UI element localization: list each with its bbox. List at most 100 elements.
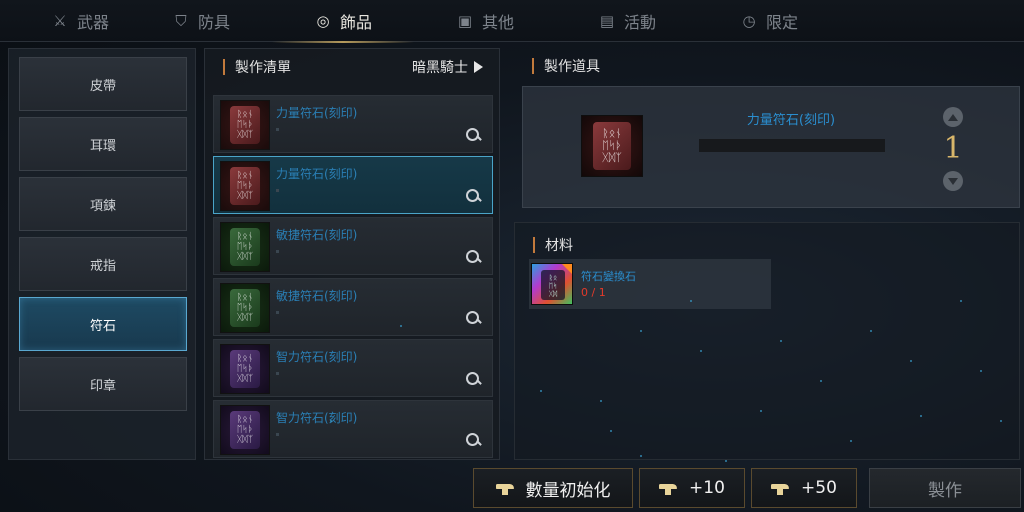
tab-crossed-swords[interactable]: ⚔ 武器 [30, 0, 130, 42]
anvil-icon [771, 481, 790, 495]
category-button[interactable]: 符石 [19, 297, 187, 351]
materials-header: 材料 [533, 235, 573, 255]
necklace-icon: ◎ [316, 12, 330, 30]
tab-label: 防具 [197, 13, 230, 32]
recipe-item[interactable]: ᚱᛟᚾ ᛖᛋᚦ ᚷᛞᛉ 智力符石(刻印) [213, 339, 493, 397]
transform-stone-icon: ᚱᛟ ᛖᛋ ᚷᛞ [531, 263, 573, 305]
header-accent-bar [532, 58, 534, 74]
tab-gift[interactable]: ▤ 活動 [556, 0, 698, 42]
materials-panel: 材料 ᚱᛟ ᛖᛋ ᚷᛞ 符石變換石 0 / 1 [514, 222, 1020, 460]
item-marker [276, 250, 279, 253]
material-count: 0 / 1 [581, 286, 606, 299]
recipe-item-name: 力量符石(刻印) [276, 167, 358, 181]
reset-quantity-label: 數量初始化 [525, 480, 611, 501]
sparkle [980, 370, 982, 372]
magnifier-icon[interactable] [466, 433, 482, 449]
sparkle [1000, 420, 1002, 422]
category-button[interactable]: 項鍊 [19, 177, 187, 231]
recipe-item-name: 敏捷符石(刻印) [276, 289, 358, 303]
recipe-item[interactable]: ᚱᛟᚾ ᛖᛋᚦ ᚷᛞᛉ 智力符石(刻印) [213, 400, 493, 458]
item-marker [276, 311, 279, 314]
recipe-item[interactable]: ᚱᛟᚾ ᛖᛋᚦ ᚷᛞᛉ 力量符石(刻印) [213, 156, 493, 214]
craft-item-name: 力量符石(刻印) [746, 113, 836, 128]
rune-glyph: ᚱᛟᚾ ᛖᛋᚦ ᚷᛞᛉ [230, 411, 260, 449]
rune-green-icon: ᚱᛟᚾ ᛖᛋᚦ ᚷᛞᛉ [220, 283, 270, 333]
recipe-item[interactable]: ᚱᛟᚾ ᛖᛋᚦ ᚷᛞᛉ 敏捷符石(刻印) [213, 278, 493, 336]
quantity-decrease-button[interactable] [943, 171, 963, 191]
recipe-list-panel: 製作清單 暗黑騎士 ᚱᛟᚾ ᛖᛋᚦ ᚷᛞᛉ 力量符石(刻印) ᚱᛟᚾ ᛖᛋᚦ ᚷᛞᛉ… [204, 48, 500, 460]
class-filter-label: 暗黑騎士 [412, 60, 468, 76]
rune-purple-icon: ᚱᛟᚾ ᛖᛋᚦ ᚷᛞᛉ [220, 405, 270, 455]
rune-red-icon: ᚱᛟᚾ ᛖᛋᚦ ᚷᛞᛉ [220, 100, 270, 150]
category-button[interactable]: 耳環 [19, 117, 187, 171]
category-button[interactable]: 皮帶 [19, 57, 187, 111]
magnifier-icon[interactable] [466, 250, 482, 266]
recipe-item-name: 智力符石(刻印) [276, 411, 358, 425]
recipe-item-name: 力量符石(刻印) [276, 106, 358, 120]
header-accent-bar [223, 59, 225, 75]
category-button[interactable]: 印章 [19, 357, 187, 411]
rune-glyph: ᚱᛟᚾ ᛖᛋᚦ ᚷᛞᛉ [230, 228, 260, 266]
rune-glyph: ᚱᛟᚾ ᛖᛋᚦ ᚷᛞᛉ [230, 106, 260, 144]
sparkle [600, 400, 602, 402]
category-tab-bar: ⚔ 武器 ⛉ 防具 ◎ 飾品 ▣ 其他 ▤ 活動 ◷ 限定 [0, 0, 1024, 43]
craft-button[interactable]: 製作 [869, 468, 1021, 508]
sparkle [760, 410, 762, 412]
magnifier-icon[interactable] [466, 189, 482, 205]
rune-glyph: ᚱᛟᚾ ᛖᛋᚦ ᚷᛞᛉ [230, 167, 260, 205]
quantity-increase-button[interactable] [943, 107, 963, 127]
sparkle [330, 420, 332, 422]
anvil-icon [659, 481, 678, 495]
play-arrow-icon [474, 61, 483, 73]
arrow-down-icon [948, 177, 958, 185]
rune-red-icon: ᚱᛟᚾ ᛖᛋᚦ ᚷᛞᛉ [220, 161, 270, 211]
tab-label: 活動 [623, 13, 656, 32]
rune-glyph: ᚱᛟᚾ ᛖᛋᚦ ᚷᛞᛉ [593, 122, 631, 170]
class-filter-button[interactable]: 暗黑騎士 [412, 57, 483, 77]
tab-stopwatch[interactable]: ◷ 限定 [698, 0, 840, 42]
sparkle [700, 350, 702, 352]
craft-item-title: 製作道具 [544, 59, 600, 75]
recipe-item-name: 敏捷符石(刻印) [276, 228, 358, 242]
craft-item-panel: ᚱᛟᚾ ᛖᛋᚦ ᚷᛞᛉ 力量符石(刻印) 1 [522, 86, 1020, 208]
sparkle [920, 415, 922, 417]
craft-item-header: 製作道具 [514, 48, 1020, 80]
anvil-icon [495, 481, 514, 495]
material-item[interactable]: ᚱᛟ ᛖᛋ ᚷᛞ 符石變換石 0 / 1 [529, 259, 771, 309]
sparkle [725, 460, 727, 462]
magnifier-icon[interactable] [466, 311, 482, 327]
item-marker [276, 128, 279, 131]
rune-glyph: ᚱᛟᚾ ᛖᛋᚦ ᚷᛞᛉ [230, 289, 260, 327]
shield-icon: ⛉ [175, 12, 187, 30]
tab-box[interactable]: ▣ 其他 [414, 0, 556, 42]
category-button[interactable]: 戒指 [19, 237, 187, 291]
sparkle [820, 380, 822, 382]
sparkle [780, 340, 782, 342]
recipe-list-title: 製作清單 [235, 60, 291, 76]
recipe-item-name: 智力符石(刻印) [276, 350, 358, 364]
tab-shield[interactable]: ⛉ 防具 [130, 0, 272, 42]
plus-10-button[interactable]: +10 [639, 468, 745, 508]
tab-label: 飾品 [339, 13, 372, 32]
rune-strength-icon: ᚱᛟᚾ ᛖᛋᚦ ᚷᛞᛉ [581, 115, 643, 177]
magnifier-icon[interactable] [466, 128, 482, 144]
materials-title: 材料 [545, 238, 573, 254]
crossed-swords-icon: ⚔ [53, 12, 67, 30]
plus-50-button[interactable]: +50 [751, 468, 857, 508]
tab-label: 其他 [481, 13, 514, 32]
tab-label: 限定 [765, 13, 798, 32]
recipe-list-header: 製作清單 [223, 57, 291, 77]
magnifier-icon[interactable] [466, 372, 482, 388]
quantity-value: 1 [943, 131, 963, 166]
plus-50-label: +50 [801, 478, 837, 498]
box-icon: ▣ [457, 12, 473, 30]
recipe-item[interactable]: ᚱᛟᚾ ᛖᛋᚦ ᚷᛞᛉ 敏捷符石(刻印) [213, 217, 493, 275]
tab-necklace[interactable]: ◎ 飾品 [272, 0, 414, 43]
gift-icon: ▤ [599, 12, 615, 30]
rune-green-icon: ᚱᛟᚾ ᛖᛋᚦ ᚷᛞᛉ [220, 222, 270, 272]
sparkle [960, 300, 962, 302]
item-marker [276, 372, 279, 375]
sparkle [850, 440, 852, 442]
recipe-item[interactable]: ᚱᛟᚾ ᛖᛋᚦ ᚷᛞᛉ 力量符石(刻印) [213, 95, 493, 153]
reset-quantity-button[interactable]: 數量初始化 [473, 468, 633, 508]
